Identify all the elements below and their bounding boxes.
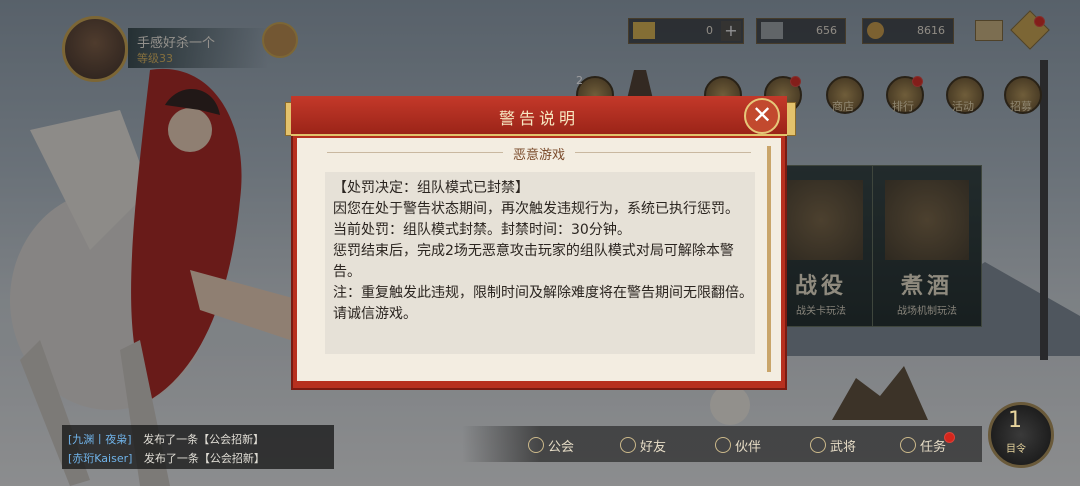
- friends-icon: [620, 437, 636, 453]
- penalty-note: 注：重复触发此违规，限制时间及解除难度将在警告期间无限翻倍。请诚信游戏。: [333, 285, 753, 322]
- dialog-body: 恶意游戏 【处罚决定：组队模式已封禁】 因您在处于警告状态期间，再次触发违规行为…: [297, 138, 781, 381]
- nav-general[interactable]: 武将: [810, 436, 856, 455]
- nav-friends[interactable]: 好友: [620, 436, 666, 455]
- nav-task-label: 任务: [920, 440, 947, 455]
- guild-icon: [528, 437, 544, 453]
- dialog-header: 警告说明: [291, 96, 787, 136]
- chat-sender[interactable]: [九渊丨夜枭]: [68, 433, 132, 446]
- close-button[interactable]: ✕: [744, 98, 780, 134]
- penalty-release: 惩罚结束后，完成2场无恶意攻击玩家的组队模式对局可解除本警告。: [333, 243, 734, 280]
- nav-guild[interactable]: 公会: [528, 436, 574, 455]
- penalty-decision: 【处罚决定：组队模式已封禁】: [333, 180, 529, 196]
- task-notification-dot: [944, 432, 955, 443]
- chat-sender[interactable]: [赤珩Kaiser]: [68, 452, 132, 465]
- chat-panel[interactable]: [九渊丨夜枭] 发布了一条【公会招新】 [赤珩Kaiser] 发布了一条【公会招…: [62, 425, 334, 469]
- nav-guild-label: 公会: [548, 440, 575, 455]
- dialog-subtitle-wrap: 恶意游戏: [297, 144, 781, 163]
- nav-companion-label: 伙伴: [735, 440, 762, 455]
- warning-dialog: 警告说明 恶意游戏 【处罚决定：组队模式已封禁】 因您在处于警告状态期间，再次触…: [291, 96, 787, 390]
- nav-task[interactable]: 任务: [900, 436, 946, 455]
- dialog-title: 警告说明: [498, 109, 579, 128]
- dialog-content-box[interactable]: 【处罚决定：组队模式已封禁】 因您在处于警告状态期间，再次触发违规行为，系统已执…: [325, 172, 755, 354]
- dialog-scroll-cap-right: [786, 102, 796, 136]
- general-icon: [810, 437, 826, 453]
- corner-number: 1: [1008, 408, 1022, 433]
- dialog-subtitle: 恶意游戏: [502, 148, 575, 163]
- nav-friends-label: 好友: [640, 440, 667, 455]
- penalty-reason: 因您在处于警告状态期间，再次触发违规行为，系统已执行惩罚。: [333, 201, 739, 217]
- nav-general-label: 武将: [830, 440, 857, 455]
- companion-icon: [715, 437, 731, 453]
- chat-message: 发布了一条【公会招新】: [143, 452, 265, 465]
- nav-companion[interactable]: 伙伴: [715, 436, 761, 455]
- chat-message: 发布了一条【公会招新】: [143, 433, 265, 446]
- dialog-content-text: 【处罚决定：组队模式已封禁】 因您在处于警告状态期间，再次触发违规行为，系统已执…: [333, 178, 753, 325]
- chat-line: [九渊丨夜枭] 发布了一条【公会招新】: [68, 431, 264, 447]
- penalty-current: 当前处罚：组队模式封禁。封禁时间：30分钟。: [333, 222, 631, 238]
- dialog-scrollbar[interactable]: [767, 146, 771, 372]
- chat-line: [赤珩Kaiser] 发布了一条【公会招新】: [68, 450, 265, 466]
- corner-label: 目令: [1006, 444, 1026, 455]
- task-icon: [900, 437, 916, 453]
